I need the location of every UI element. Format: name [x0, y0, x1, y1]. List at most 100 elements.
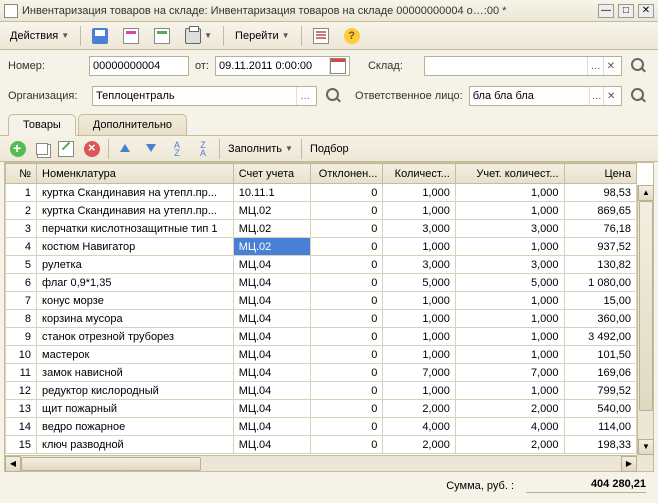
cell-n[interactable]: 10: [6, 346, 37, 364]
cell-acc[interactable]: МЦ.04: [233, 328, 311, 346]
org-select-button[interactable]: …: [296, 87, 313, 105]
cell-qty[interactable]: 2,000: [383, 400, 455, 418]
cell-aqty[interactable]: 1,000: [455, 328, 564, 346]
warehouse-field[interactable]: [428, 60, 587, 72]
cell-qty[interactable]: 3,000: [383, 256, 455, 274]
cell-n[interactable]: 9: [6, 328, 37, 346]
sort-asc-button[interactable]: AZ: [165, 139, 189, 159]
minimize-button[interactable]: —: [598, 4, 614, 18]
cell-nom[interactable]: редуктор кислородный: [37, 382, 234, 400]
cell-nom[interactable]: замок нависной: [37, 364, 234, 382]
warehouse-find-button[interactable]: [628, 55, 650, 77]
cell-qty[interactable]: 1,000: [383, 202, 455, 220]
cell-dev[interactable]: 0: [311, 328, 383, 346]
cell-dev[interactable]: 0: [311, 220, 383, 238]
cell-dev[interactable]: 0: [311, 418, 383, 436]
cell-nom[interactable]: корзина мусора: [37, 310, 234, 328]
pick-button[interactable]: Подбор: [306, 139, 353, 159]
cell-acc[interactable]: МЦ.04: [233, 274, 311, 292]
cell-price[interactable]: 98,53: [564, 184, 636, 202]
cell-nom[interactable]: перчатки кислотнозащитные тип 1: [37, 220, 234, 238]
cell-qty[interactable]: 5,000: [383, 274, 455, 292]
row-add-button[interactable]: [6, 139, 30, 159]
cell-n[interactable]: 5: [6, 256, 37, 274]
table-row[interactable]: 5рулеткаМЦ.0403,0003,000130,82: [6, 256, 637, 274]
cell-nom[interactable]: флаг 0,9*1,35: [37, 274, 234, 292]
cell-acc[interactable]: МЦ.04: [233, 400, 311, 418]
scroll-thumb[interactable]: [639, 201, 653, 411]
cell-nom[interactable]: ведро пожарное: [37, 418, 234, 436]
cell-price[interactable]: 1 080,00: [564, 274, 636, 292]
go-menu[interactable]: Перейти ▼: [229, 25, 296, 47]
cell-dev[interactable]: 0: [311, 184, 383, 202]
cell-dev[interactable]: 0: [311, 346, 383, 364]
scroll-right-button[interactable]: ▶: [621, 456, 637, 472]
cell-nom[interactable]: костюм Навигатор: [37, 238, 234, 256]
row-down-button[interactable]: [139, 139, 163, 159]
cell-nom[interactable]: щит пожарный: [37, 400, 234, 418]
row-delete-button[interactable]: [80, 139, 104, 159]
scroll-thumb[interactable]: [21, 457, 201, 471]
cell-acc[interactable]: МЦ.02: [233, 202, 311, 220]
cell-n[interactable]: 13: [6, 400, 37, 418]
cell-aqty[interactable]: 7,000: [455, 364, 564, 382]
cell-aqty[interactable]: 2,000: [455, 400, 564, 418]
date-field[interactable]: [219, 60, 329, 72]
org-input[interactable]: …: [92, 86, 317, 106]
cell-qty[interactable]: 3,000: [383, 220, 455, 238]
table-row[interactable]: 12редуктор кислородныйМЦ.0401,0001,00079…: [6, 382, 637, 400]
vertical-scrollbar[interactable]: ▲ ▼: [637, 185, 653, 455]
col-account[interactable]: Счет учета: [233, 164, 311, 184]
doc-action-1[interactable]: [117, 25, 145, 47]
cell-nom[interactable]: рулетка: [37, 256, 234, 274]
cell-price[interactable]: 198,33: [564, 436, 636, 454]
table-row[interactable]: 13щит пожарныйМЦ.0402,0002,000540,00: [6, 400, 637, 418]
row-up-button[interactable]: [113, 139, 137, 159]
cell-price[interactable]: 3 492,00: [564, 328, 636, 346]
cell-aqty[interactable]: 1,000: [455, 346, 564, 364]
table-row[interactable]: 3перчатки кислотнозащитные тип 1МЦ.0203,…: [6, 220, 637, 238]
scroll-left-button[interactable]: ◀: [5, 456, 21, 472]
cell-qty[interactable]: 1,000: [383, 328, 455, 346]
table-row[interactable]: 6флаг 0,9*1,35МЦ.0405,0005,0001 080,00: [6, 274, 637, 292]
cell-n[interactable]: 14: [6, 418, 37, 436]
cell-acc[interactable]: МЦ.04: [233, 256, 311, 274]
table-row[interactable]: 15ключ разводнойМЦ.0402,0002,000198,33: [6, 436, 637, 454]
number-field[interactable]: [93, 60, 185, 72]
tab-goods[interactable]: Товары: [8, 114, 76, 136]
resp-find-button[interactable]: [628, 85, 650, 107]
warehouse-select-button[interactable]: …: [587, 57, 602, 75]
cell-price[interactable]: 169,06: [564, 364, 636, 382]
cell-aqty[interactable]: 3,000: [455, 256, 564, 274]
doc-action-2[interactable]: [148, 25, 176, 47]
cell-n[interactable]: 6: [6, 274, 37, 292]
table-row[interactable]: 1куртка Скандинавия на утепл.пр...10.11.…: [6, 184, 637, 202]
cell-nom[interactable]: куртка Скандинавия на утепл.пр...: [37, 184, 234, 202]
cell-qty[interactable]: 4,000: [383, 418, 455, 436]
scroll-down-button[interactable]: ▼: [638, 439, 654, 455]
cell-nom[interactable]: станок отрезной труборез: [37, 328, 234, 346]
cell-n[interactable]: 2: [6, 202, 37, 220]
fill-menu[interactable]: Заполнить ▼: [224, 139, 297, 159]
cell-acc[interactable]: МЦ.04: [233, 346, 311, 364]
cell-dev[interactable]: 0: [311, 364, 383, 382]
cell-aqty[interactable]: 1,000: [455, 310, 564, 328]
cell-acc[interactable]: МЦ.04: [233, 292, 311, 310]
cell-n[interactable]: 1: [6, 184, 37, 202]
cell-qty[interactable]: 1,000: [383, 346, 455, 364]
cell-price[interactable]: 114,00: [564, 418, 636, 436]
cell-dev[interactable]: 0: [311, 292, 383, 310]
col-price[interactable]: Цена: [564, 164, 636, 184]
cell-n[interactable]: 8: [6, 310, 37, 328]
cell-price[interactable]: 360,00: [564, 310, 636, 328]
cell-qty[interactable]: 7,000: [383, 364, 455, 382]
cell-dev[interactable]: 0: [311, 202, 383, 220]
cell-acc[interactable]: МЦ.04: [233, 418, 311, 436]
cell-qty[interactable]: 1,000: [383, 310, 455, 328]
cell-price[interactable]: 799,52: [564, 382, 636, 400]
cell-qty[interactable]: 1,000: [383, 292, 455, 310]
number-input[interactable]: [89, 56, 189, 76]
scroll-up-button[interactable]: ▲: [638, 185, 654, 201]
col-acct-quantity[interactable]: Учет. количест...: [455, 164, 564, 184]
table-row[interactable]: 14ведро пожарноеМЦ.0404,0004,000114,00: [6, 418, 637, 436]
